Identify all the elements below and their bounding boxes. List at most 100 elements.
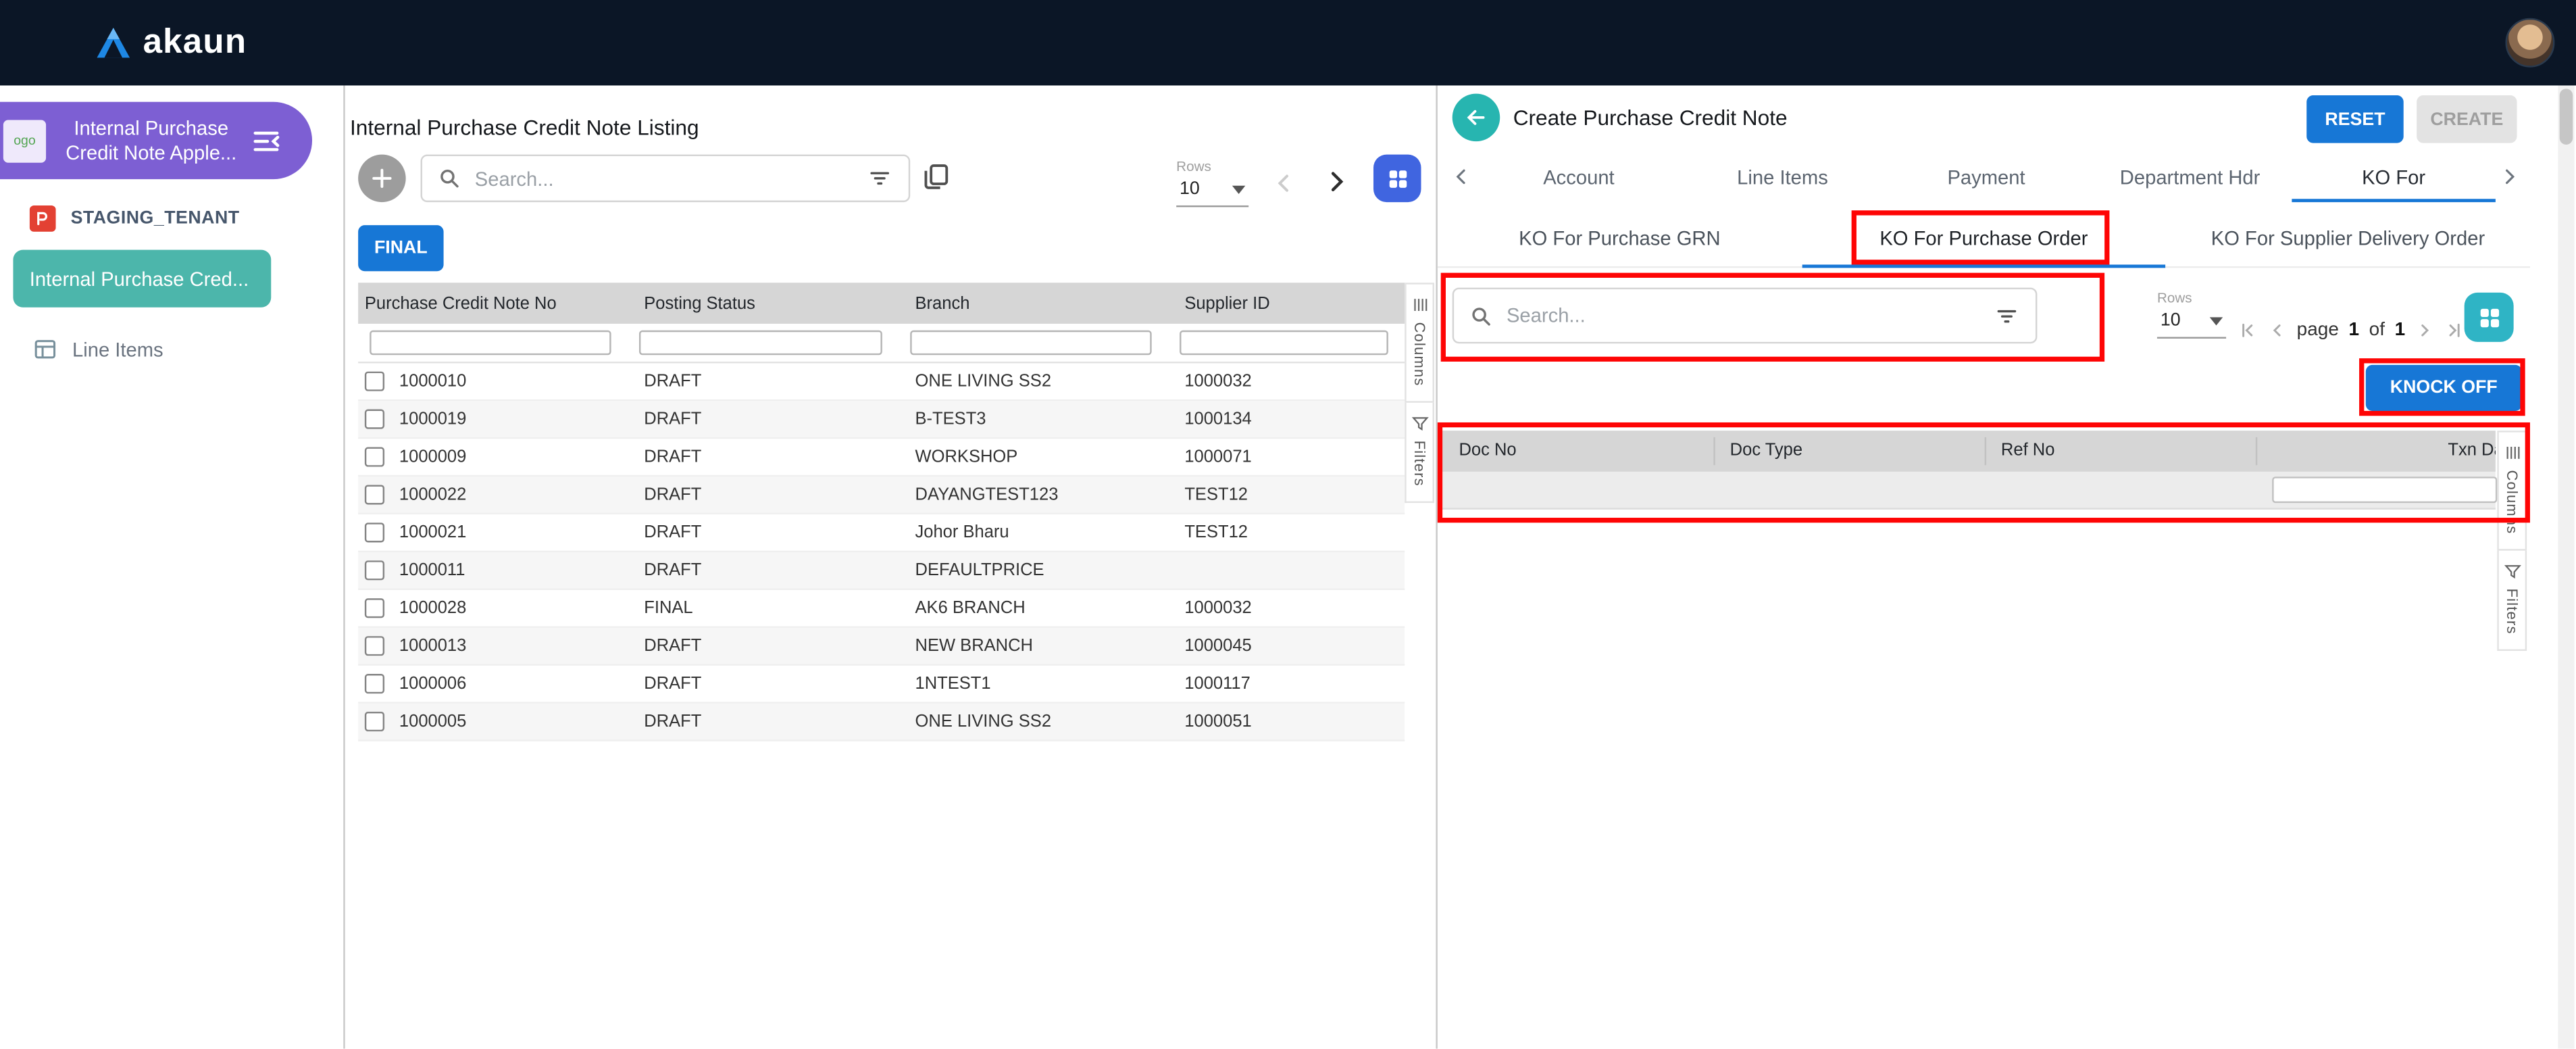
table-row[interactable]: 1000013 DRAFT NEW BRANCH 1000045 [358, 628, 1405, 666]
brand-logo[interactable]: akaun [95, 23, 247, 62]
sidebar-module-button[interactable]: Internal Purchase Cred... [13, 250, 271, 308]
row-checkbox[interactable] [365, 598, 384, 618]
table-row[interactable]: 1000005 DRAFT ONE LIVING SS2 1000051 [358, 704, 1405, 741]
filter-icon[interactable] [867, 166, 892, 191]
row-checkbox[interactable] [365, 674, 384, 693]
filters-toggle[interactable]: Filters [2497, 551, 2527, 651]
table-row[interactable]: 1000028 FINAL AK6 BRANCH 1000032 [358, 590, 1405, 628]
columns-toggle[interactable]: Columns [2497, 431, 2527, 551]
row-checkbox[interactable] [365, 712, 384, 731]
filters-toggle[interactable]: Filters [1405, 403, 1434, 503]
scrollbar-thumb[interactable] [2560, 89, 2573, 145]
page-total: 1 [2395, 320, 2406, 340]
col-header-doc-type[interactable]: Doc Type [1730, 441, 1802, 460]
grid-view-button[interactable] [2465, 293, 2514, 342]
tabs-scroll-right-icon[interactable] [2499, 166, 2521, 193]
table-row[interactable]: 1000019 DRAFT B-TEST3 1000134 [358, 401, 1405, 439]
tab-payment[interactable]: Payment [1884, 153, 2088, 202]
line-items-icon [33, 337, 57, 362]
menu-collapse-icon[interactable] [250, 124, 283, 157]
rows-per-page-select[interactable]: 10 [1176, 174, 1248, 208]
cell-branch: AK6 BRANCH [899, 598, 1168, 618]
table-row[interactable]: 1000009 DRAFT WORKSHOP 1000071 [358, 439, 1405, 477]
sidebar-item-line-items[interactable]: Line Items [33, 337, 163, 362]
window-scrollbar[interactable] [2558, 85, 2574, 1048]
row-checkbox[interactable] [365, 485, 384, 504]
table-row[interactable]: 1000011 DRAFT DEFAULTPRICE [358, 552, 1405, 590]
cell-branch: ONE LIVING SS2 [899, 712, 1168, 731]
sidebar-app-button[interactable]: ogo Internal Purchase Credit Note Apple.… [0, 102, 312, 179]
prev-page-icon[interactable] [2267, 320, 2287, 340]
search-icon [438, 168, 460, 189]
row-checkbox[interactable] [365, 522, 384, 542]
prev-page-button[interactable] [1271, 171, 1296, 195]
copy-icon[interactable] [920, 161, 951, 192]
ko-search-input[interactable] [1503, 302, 1983, 328]
table-row[interactable]: 1000006 DRAFT 1NTEST1 1000117 [358, 666, 1405, 704]
listing-filter-row [358, 324, 1405, 363]
cell-note-no: 1000022 [399, 485, 466, 504]
row-checkbox[interactable] [365, 447, 384, 466]
row-checkbox[interactable] [365, 636, 384, 656]
tab-department-hdr[interactable]: Department Hdr [2088, 153, 2292, 202]
next-page-icon[interactable] [2415, 320, 2435, 340]
cell-note-no: 1000006 [399, 674, 466, 693]
akaun-logo-icon [95, 26, 131, 59]
tab-account[interactable]: Account [1477, 153, 1681, 202]
divider-sidebar [343, 85, 345, 1048]
cell-note-no: 1000013 [399, 636, 466, 656]
row-checkbox[interactable] [365, 410, 384, 429]
col-header-branch[interactable]: Branch [899, 293, 1168, 313]
rows-per-page-select[interactable]: 10 [2157, 306, 2226, 339]
module-button-label: Internal Purchase Cred... [30, 267, 249, 290]
table-row[interactable]: 1000021 DRAFT Johor Bharu TEST12 [358, 514, 1405, 552]
subtab-ko-purchase-grn[interactable]: KO For Purchase GRN [1438, 210, 1802, 266]
ko-table-header: Doc No Doc Type Ref No Txn Dat [1441, 431, 2496, 472]
ko-filter-row [1441, 472, 2496, 510]
row-checkbox[interactable] [365, 372, 384, 391]
filter-input-branch[interactable] [910, 331, 1151, 355]
top-navbar: akaun [0, 0, 2576, 85]
col-header-note-no[interactable]: Purchase Credit Note No [358, 293, 628, 313]
grid-view-button[interactable] [1373, 155, 1421, 203]
subtab-ko-purchase-order[interactable]: KO For Purchase Order [1802, 210, 2166, 266]
filter-input-note-no[interactable] [370, 331, 611, 355]
cell-note-no: 1000028 [399, 598, 466, 618]
first-page-icon[interactable] [2238, 320, 2257, 340]
table-row[interactable]: 1000022 DRAFT DAYANGTEST123 TEST12 [358, 477, 1405, 514]
reset-button[interactable]: RESET [2306, 95, 2403, 143]
final-filter-button[interactable]: FINAL [358, 225, 443, 271]
back-button[interactable] [1453, 94, 1500, 142]
row-checkbox[interactable] [365, 560, 384, 580]
sidebar-app-label: Internal Purchase Credit Note Apple... [56, 116, 247, 165]
columns-toggle[interactable]: Columns [1405, 283, 1434, 403]
listing-search-input[interactable] [472, 165, 856, 191]
tab-line-items[interactable]: Line Items [1681, 153, 1885, 202]
cell-supplier-id: 1000051 [1168, 712, 1405, 731]
ko-side-strip: Columns Filters [2497, 431, 2527, 651]
last-page-icon[interactable] [2445, 320, 2465, 340]
ko-filter-input[interactable] [2272, 477, 2497, 503]
tab-ko-for[interactable]: KO For [2292, 153, 2496, 202]
filter-input-supplier-id[interactable] [1180, 331, 1388, 355]
subtab-ko-supplier-delivery-order[interactable]: KO For Supplier Delivery Order [2166, 210, 2530, 266]
user-avatar[interactable] [2505, 18, 2554, 68]
col-header-txn-date[interactable]: Txn Dat [2448, 441, 2496, 460]
add-button[interactable] [358, 155, 406, 203]
cell-posting-status: DRAFT [628, 485, 899, 504]
table-row[interactable]: 1000010 DRAFT ONE LIVING SS2 1000032 [358, 363, 1405, 401]
line-items-label: Line Items [72, 338, 163, 361]
knock-off-button[interactable]: KNOCK OFF [2366, 365, 2522, 411]
sidebar-item-tenant[interactable]: STAGING_TENANT [30, 205, 240, 232]
filter-input-posting-status[interactable] [639, 331, 882, 355]
filter-icon[interactable] [1994, 303, 2019, 328]
tabs-scroll-left-icon[interactable] [1450, 166, 1472, 193]
col-header-ref-no[interactable]: Ref No [2001, 441, 2054, 460]
col-header-posting-status[interactable]: Posting Status [628, 293, 899, 313]
col-header-doc-no[interactable]: Doc No [1459, 441, 1516, 460]
col-header-supplier-id[interactable]: Supplier ID [1168, 293, 1405, 313]
cell-note-no: 1000010 [399, 372, 466, 391]
cell-note-no: 1000009 [399, 447, 466, 466]
next-page-button[interactable] [1323, 168, 1350, 195]
cell-posting-status: DRAFT [628, 447, 899, 466]
